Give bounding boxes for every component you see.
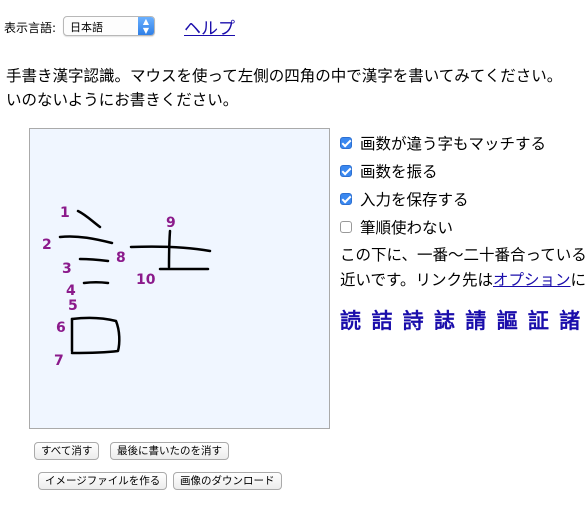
candidate-kanji[interactable]: 請 [465, 309, 486, 333]
option-label: 入力を保存する [360, 191, 469, 209]
stroke-number: 10 [136, 272, 156, 288]
instruction-line-1: 手書き漢字認識。マウスを使って左側の四角の中で漢字を書いてみてください。 [6, 67, 563, 85]
stroke-8 [129, 245, 212, 253]
option-match-different-stroke-count[interactable]: 画数が違う字もマッチする [340, 132, 546, 154]
candidate-kanji[interactable]: 詩 [403, 309, 424, 333]
options-link[interactable]: オプション [493, 271, 571, 289]
chevron-up-down-icon: ▲ ▼ [138, 17, 154, 35]
results-description-line-2: 近いです。リンク先はオプションに [340, 268, 586, 290]
stroke-number: 6 [56, 320, 66, 336]
results-description-line-1: この下に、一番～二十番合っている [340, 246, 587, 264]
option-label: 画数が違う字もマッチする [360, 135, 547, 153]
stroke-2 [58, 235, 114, 245]
stroke-number: 2 [42, 237, 52, 253]
stroke-number: 5 [68, 298, 78, 314]
checkbox[interactable] [340, 221, 352, 233]
candidate-kanji[interactable]: 誌 [434, 309, 455, 333]
stroke-7 [70, 316, 121, 355]
stroke-number: 9 [166, 215, 176, 231]
option-label: 画数を振る [360, 163, 438, 181]
undo-last-stroke-button[interactable]: 最後に書いたのを消す [110, 442, 229, 460]
stroke-9 [167, 229, 172, 269]
stroke-3 [78, 257, 110, 263]
option-save-input[interactable]: 入力を保存する [340, 188, 469, 210]
stroke-4 [82, 281, 110, 285]
checkbox[interactable] [340, 193, 352, 205]
candidate-results: 読 詰 詩 誌 請 謳 証 諸 讀 [340, 305, 588, 335]
option-show-stroke-numbers[interactable]: 画数を振る [340, 160, 438, 182]
help-link[interactable]: ヘルプ [184, 14, 235, 39]
make-image-file-button[interactable]: イメージファイルを作る [38, 472, 168, 490]
stroke-number: 8 [116, 250, 126, 266]
candidate-kanji[interactable]: 謳 [497, 309, 518, 333]
language-select[interactable]: 日本語 ▲ ▼ [63, 16, 155, 36]
language-selected-value: 日本語 [70, 21, 103, 34]
stroke-number: 7 [54, 353, 64, 369]
instruction-line-2: いのないようにお書きください。 [6, 91, 239, 109]
stroke-number: 4 [66, 283, 76, 299]
candidate-kanji[interactable]: 読 [340, 309, 361, 333]
candidate-kanji[interactable]: 諸 [559, 309, 580, 333]
option-ignore-stroke-order[interactable]: 筆順使わない [340, 216, 453, 238]
language-label: 表示言語: [4, 21, 57, 35]
download-image-button[interactable]: 画像のダウンロード [173, 472, 282, 490]
description-text: に [570, 271, 587, 289]
clear-all-button[interactable]: すべて消す [34, 442, 100, 460]
checkbox[interactable] [340, 165, 352, 177]
description-text: 近いです。リンク先は [340, 271, 493, 289]
stroke-1 [76, 209, 102, 229]
checkbox[interactable] [340, 137, 352, 149]
candidate-kanji[interactable]: 詰 [371, 309, 392, 333]
handwriting-strokes: 1 2 3 4 5 6 7 8 9 10 [42, 205, 212, 369]
stroke-number: 3 [62, 261, 72, 277]
candidate-kanji[interactable]: 証 [528, 309, 549, 333]
stroke-number: 1 [60, 205, 70, 221]
drawing-canvas[interactable]: 1 2 3 4 5 6 7 8 9 10 [29, 128, 330, 429]
option-label: 筆順使わない [360, 219, 454, 237]
